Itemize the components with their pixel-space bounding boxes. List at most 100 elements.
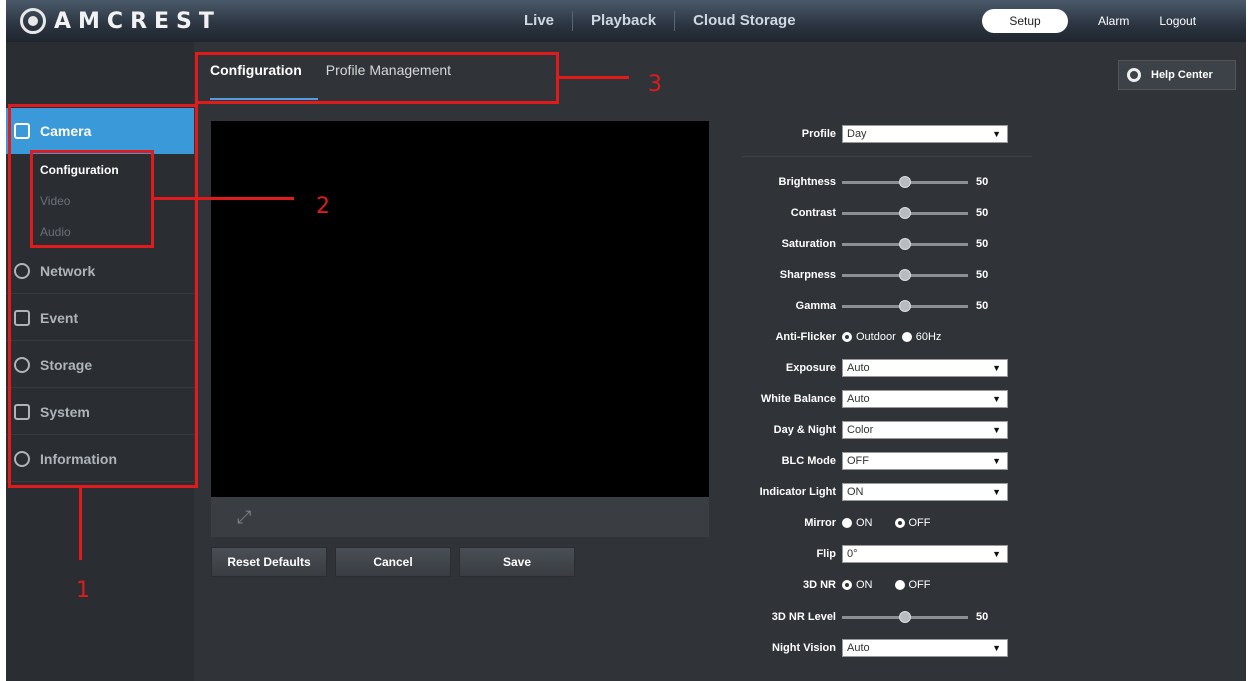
setup-button[interactable]: Setup xyxy=(982,9,1068,33)
annotation-line-2 xyxy=(154,197,294,200)
chevron-down-icon: ▼ xyxy=(992,456,1001,466)
sharpness-value: 50 xyxy=(976,269,989,281)
exposure-value: Auto xyxy=(847,362,870,374)
save-button[interactable]: Save xyxy=(459,547,575,577)
annotation-label-2: 2 xyxy=(316,194,330,219)
video-preview xyxy=(211,121,709,497)
slider-knob[interactable] xyxy=(899,269,911,281)
slider-knob[interactable] xyxy=(899,300,911,312)
night-vision-row: Night Vision Auto ▼ xyxy=(742,637,1032,659)
antiflicker-row: Anti-Flicker Outdoor 60Hz xyxy=(742,326,1032,348)
gamma-value: 50 xyxy=(976,300,989,312)
contrast-slider[interactable] xyxy=(842,205,968,221)
profile-value: Day xyxy=(847,128,867,140)
slider-knob[interactable] xyxy=(899,238,911,250)
blc-mode-select[interactable]: OFF ▼ xyxy=(842,452,1008,470)
chevron-down-icon: ▼ xyxy=(992,487,1001,497)
blc-mode-value: OFF xyxy=(847,455,869,467)
slider-knob[interactable] xyxy=(899,611,911,623)
nav-cloud-storage[interactable]: Cloud Storage xyxy=(675,11,814,31)
top-bar: AMCREST Live Playback Cloud Storage Setu… xyxy=(6,0,1246,42)
white-balance-label: White Balance xyxy=(760,393,836,405)
3d-nr-level-slider[interactable] xyxy=(842,609,968,625)
chevron-down-icon: ▼ xyxy=(992,394,1001,404)
radio-icon xyxy=(894,580,905,590)
annotation-line-3 xyxy=(559,76,629,79)
brightness-value: 50 xyxy=(976,176,989,188)
annotation-box-2 xyxy=(30,150,154,248)
chevron-down-icon: ▼ xyxy=(992,425,1001,435)
3d-nr-off-radio[interactable]: OFF xyxy=(894,579,931,591)
day-night-select[interactable]: Color ▼ xyxy=(842,421,1008,439)
saturation-slider[interactable] xyxy=(842,236,968,252)
profile-label: Profile xyxy=(801,128,836,140)
chevron-down-icon: ▼ xyxy=(992,643,1001,653)
brightness-row: Brightness 50 xyxy=(742,171,1032,193)
right-nav: Setup Alarm Logout xyxy=(982,0,1196,42)
form-divider xyxy=(742,156,1032,157)
night-vision-label: Night Vision xyxy=(772,642,836,654)
main-nav: Live Playback Cloud Storage xyxy=(506,0,814,42)
exposure-label: Exposure xyxy=(785,362,836,374)
flip-select[interactable]: 0° ▼ xyxy=(842,545,1008,563)
white-balance-row: White Balance Auto ▼ xyxy=(742,388,1032,410)
white-balance-select[interactable]: Auto ▼ xyxy=(842,390,1008,408)
mirror-off-radio[interactable]: OFF xyxy=(894,517,931,529)
profile-select[interactable]: Day ▼ xyxy=(842,125,1008,143)
logout-link[interactable]: Logout xyxy=(1159,14,1196,28)
blc-mode-label: BLC Mode xyxy=(781,455,836,467)
slider-knob[interactable] xyxy=(899,207,911,219)
saturation-row: Saturation 50 xyxy=(742,233,1032,255)
indicator-light-label: Indicator Light xyxy=(759,486,836,498)
3d-nr-on-radio[interactable]: ON xyxy=(842,579,873,591)
mirror-label: Mirror xyxy=(804,517,836,529)
contrast-row: Contrast 50 xyxy=(742,202,1032,224)
gamma-row: Gamma 50 xyxy=(742,295,1032,317)
radio-icon xyxy=(842,518,852,528)
contrast-label: Contrast xyxy=(790,207,836,219)
chevron-down-icon: ▼ xyxy=(992,129,1001,139)
brightness-slider[interactable] xyxy=(842,174,968,190)
antiflicker-outdoor-radio[interactable]: Outdoor xyxy=(842,331,896,343)
settings-form: Profile Day ▼ Brightness 50 Contrast 50 S… xyxy=(742,42,1042,681)
action-buttons: Reset Defaults Cancel Save xyxy=(211,547,575,577)
slider-knob[interactable] xyxy=(899,176,911,188)
indicator-light-select[interactable]: ON ▼ xyxy=(842,483,1008,501)
profile-row: Profile Day ▼ xyxy=(742,123,1032,145)
night-vision-select[interactable]: Auto ▼ xyxy=(842,639,1008,657)
day-night-label: Day & Night xyxy=(773,424,836,436)
annotation-label-3: 3 xyxy=(648,72,662,97)
mirror-row: Mirror ON OFF xyxy=(742,512,1032,534)
reset-defaults-button[interactable]: Reset Defaults xyxy=(211,547,327,577)
alarm-link[interactable]: Alarm xyxy=(1098,14,1129,28)
radio-selected-icon xyxy=(894,518,905,528)
annotation-box-3 xyxy=(195,52,559,104)
content-panel: Configuration Profile Management Help Ce… xyxy=(194,42,1246,681)
flip-value: 0° xyxy=(847,548,858,560)
nav-playback[interactable]: Playback xyxy=(573,11,676,31)
blc-mode-row: BLC Mode OFF ▼ xyxy=(742,450,1032,472)
day-night-value: Color xyxy=(847,424,874,436)
day-night-row: Day & Night Color ▼ xyxy=(742,419,1032,441)
annotation-line-1 xyxy=(79,488,82,560)
brightness-label: Brightness xyxy=(778,176,836,188)
indicator-light-row: Indicator Light ON ▼ xyxy=(742,481,1032,503)
night-vision-value: Auto xyxy=(847,642,870,654)
saturation-value: 50 xyxy=(976,238,989,250)
help-center-button[interactable]: Help Center xyxy=(1118,60,1236,90)
saturation-label: Saturation xyxy=(781,238,836,250)
sharpness-row: Sharpness 50 xyxy=(742,264,1032,286)
fullscreen-icon[interactable]: ⤢ xyxy=(237,507,251,528)
chevron-down-icon: ▼ xyxy=(992,549,1001,559)
sharpness-slider[interactable] xyxy=(842,267,968,283)
nav-live[interactable]: Live xyxy=(506,11,574,31)
exposure-select[interactable]: Auto ▼ xyxy=(842,359,1008,377)
help-icon xyxy=(1127,68,1141,82)
gamma-slider[interactable] xyxy=(842,298,968,314)
indicator-light-value: ON xyxy=(847,486,864,498)
3d-nr-level-row: 3D NR Level 50 xyxy=(742,606,1032,628)
cancel-button[interactable]: Cancel xyxy=(335,547,451,577)
mirror-on-radio[interactable]: ON xyxy=(842,517,873,529)
radio-label: OFF xyxy=(908,517,931,529)
antiflicker-60hz-radio[interactable]: 60Hz xyxy=(901,331,941,343)
